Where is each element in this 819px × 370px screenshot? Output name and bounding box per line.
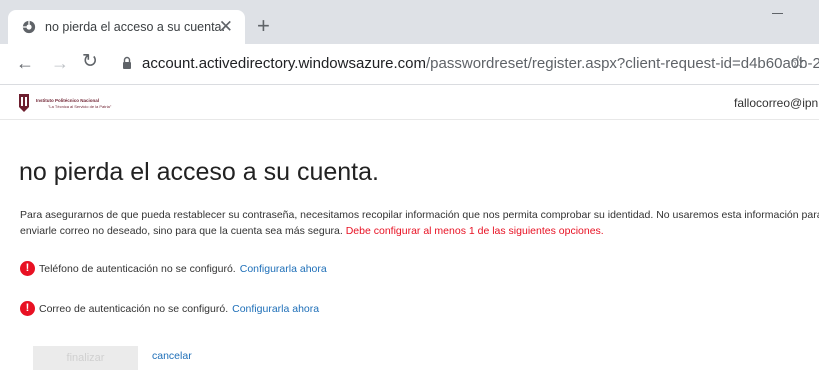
description-text: Para asegurarnos de que pueda restablece… <box>20 207 819 239</box>
url-path: /passwordreset/register.aspx?client-requ… <box>426 55 819 72</box>
crest-icon <box>19 94 29 112</box>
close-tab-icon[interactable]: ✕ <box>219 18 233 36</box>
email-status: Correo de autenticación no se configuró. <box>39 302 229 315</box>
page-title: no pierda el acceso a su cuenta. <box>19 158 379 186</box>
reload-icon[interactable]: ↻ <box>82 52 98 72</box>
email-auth-row: ! Correo de autenticación no se configur… <box>20 301 319 316</box>
cancel-link[interactable]: cancelar <box>152 350 192 362</box>
warning-icon: ! <box>20 261 35 276</box>
globe-icon <box>22 20 36 34</box>
bookmark-star-icon[interactable]: ☆ <box>790 53 806 71</box>
finish-button[interactable]: finalizar <box>33 346 138 370</box>
institution-logo: Instituto Politécnico Nacional "La Técni… <box>18 91 118 115</box>
back-arrow-icon[interactable]: ← <box>16 54 34 72</box>
url-host: account.activedirectory.windowsazure.com <box>142 55 427 72</box>
phone-auth-row: ! Teléfono de autenticación no se config… <box>20 261 327 276</box>
browser-tab[interactable]: no pierda el acceso a su cuenta. ✕ <box>8 10 245 44</box>
site-header: Instituto Politécnico Nacional "La Técni… <box>0 85 819 120</box>
warning-icon: ! <box>20 301 35 316</box>
lock-icon[interactable] <box>122 56 132 70</box>
browser-toolbar: ← → ↻ account.activedirectory.windowsazu… <box>0 44 819 85</box>
tab-title: no pierda el acceso a su cuenta. <box>45 20 225 34</box>
address-bar[interactable]: account.activedirectory.windowsazure.com… <box>142 55 819 72</box>
configure-email-link[interactable]: Configurarla ahora <box>232 303 319 315</box>
minimize-icon[interactable] <box>772 13 783 14</box>
user-email[interactable]: fallocorreo@ipn <box>734 96 818 110</box>
phone-status: Teléfono de autenticación no se configur… <box>39 262 236 275</box>
browser-tab-strip: no pierda el acceso a su cuenta. ✕ + <box>0 0 819 44</box>
configure-phone-link[interactable]: Configurarla ahora <box>240 263 327 275</box>
new-tab-icon[interactable]: + <box>257 15 270 37</box>
required-note: Debe configurar al menos 1 de las siguie… <box>345 225 604 237</box>
logo-line2: "La Técnica al Servicio de la Patria" <box>48 103 112 109</box>
forward-arrow-icon[interactable]: → <box>51 54 69 72</box>
